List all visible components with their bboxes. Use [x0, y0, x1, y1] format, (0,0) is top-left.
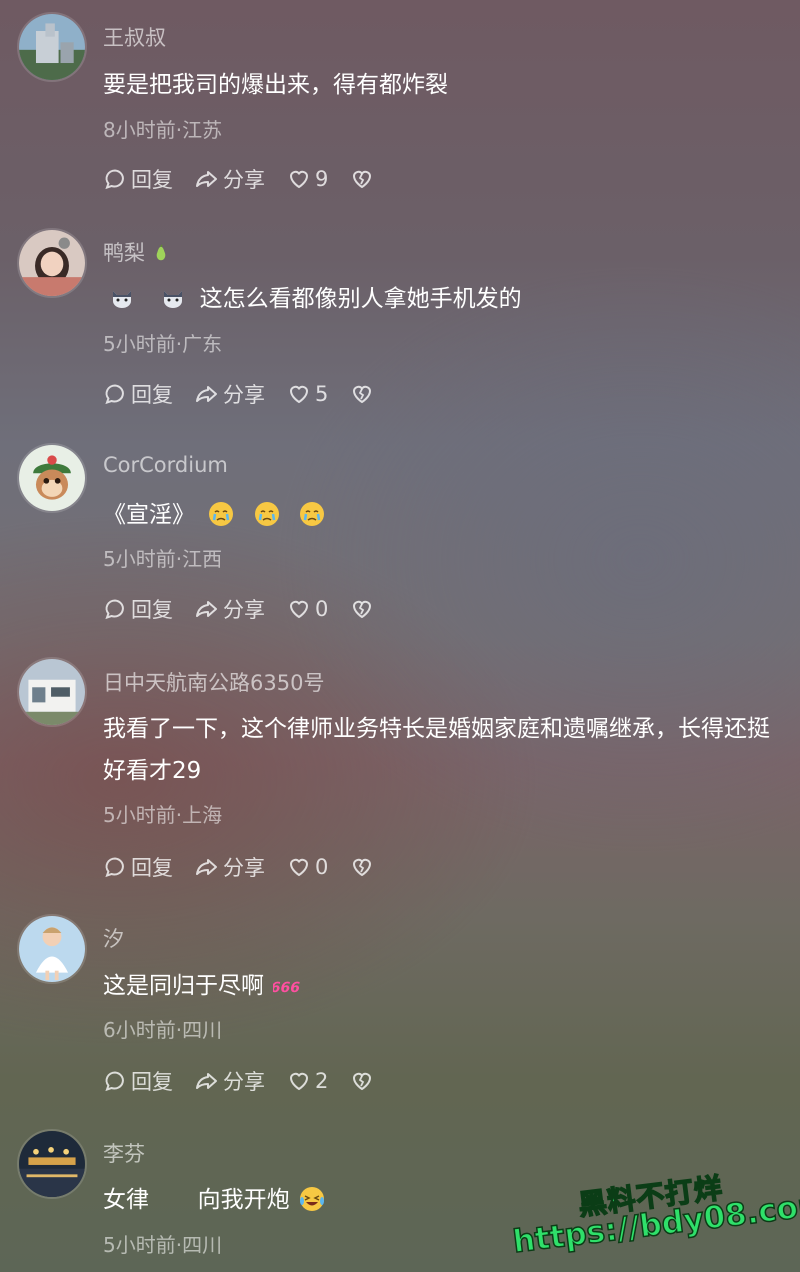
share-button[interactable]: 分享 — [195, 1066, 265, 1096]
comment-actions: 回复 分享 2 — [103, 1066, 400, 1096]
comment-text-part: 向我开炮 — [197, 1187, 290, 1213]
share-label: 分享 — [223, 383, 265, 407]
reply-button[interactable]: 回复 — [103, 594, 173, 624]
share-button[interactable]: 分享 — [195, 379, 265, 409]
username[interactable]: CorCordium — [103, 453, 228, 477]
like-button[interactable]: 0 — [287, 855, 328, 879]
comment-time-location: 5小时前·江西 — [103, 547, 223, 571]
heart-icon — [289, 170, 309, 189]
avatar[interactable] — [17, 443, 87, 513]
comment-actions: 回复 分享 0 — [103, 594, 400, 624]
comment-text-body: 《宣淫》 — [103, 502, 195, 528]
username[interactable]: 鸭梨 — [103, 237, 170, 267]
broken-heart-icon — [353, 858, 372, 877]
666-sticker-icon: 666 — [273, 980, 302, 996]
broken-heart-icon — [353, 600, 372, 619]
comment-text: 这是同归于尽啊 666 — [103, 965, 788, 1007]
comment-bubble-icon — [105, 857, 124, 878]
comment-text: 《宣淫》 — [103, 494, 788, 536]
username-label: 鸭梨 — [103, 241, 145, 265]
comment-time-location: 5小时前·四川 — [103, 1233, 223, 1257]
avatar[interactable] — [17, 1129, 87, 1199]
share-arrow-icon — [196, 859, 217, 875]
cat-emoji-icon — [164, 291, 183, 308]
like-count: 9 — [315, 167, 329, 191]
avatar[interactable] — [17, 914, 87, 984]
comment-bubble-icon — [105, 384, 124, 405]
share-label: 分享 — [223, 856, 265, 880]
comment-bubble-icon — [105, 599, 124, 620]
share-button[interactable]: 分享 — [195, 164, 265, 194]
reply-label: 回复 — [131, 168, 173, 192]
share-label: 分享 — [223, 598, 265, 622]
share-button[interactable]: 分享 — [195, 594, 265, 624]
comment-text: 我看了一下，这个律师业务特长是婚姻家庭和遗嘱继承，长得还挺好看才29 — [103, 716, 770, 784]
crying-face-emoji-icon — [209, 502, 234, 526]
reply-label: 回复 — [131, 1070, 173, 1094]
username[interactable]: 日中天航南公路6350号 — [103, 667, 324, 697]
avatar[interactable] — [17, 657, 87, 727]
cat-emoji-icon — [113, 291, 131, 308]
reply-button[interactable]: 回复 — [103, 164, 173, 194]
broken-heart-icon — [353, 170, 372, 189]
like-button[interactable]: 9 — [287, 167, 328, 191]
username[interactable]: 王叔叔 — [103, 22, 166, 52]
like-count: 2 — [315, 1069, 329, 1093]
share-arrow-icon — [196, 171, 217, 187]
share-arrow-icon — [196, 601, 217, 617]
comment-text-part: 女律 — [103, 1187, 149, 1213]
comment-text: 这怎么看都像别人拿她手机发的 — [103, 278, 788, 320]
broken-heart-icon — [353, 385, 372, 404]
comment-time-location: 6小时前·四川 — [103, 1018, 223, 1042]
comment-text-body: 这是同归于尽啊 — [103, 973, 264, 999]
share-arrow-icon — [196, 1073, 217, 1089]
comment-text-body: 这怎么看都像别人拿她手机发的 — [199, 286, 522, 312]
dislike-button[interactable] — [350, 1069, 378, 1093]
pear-badge-icon — [156, 244, 165, 261]
like-button[interactable]: 0 — [287, 597, 328, 621]
comment-text: 要是把我司的爆出来，得有都炸裂 — [103, 72, 448, 98]
like-button[interactable]: 5 — [287, 382, 328, 406]
share-label: 分享 — [223, 1070, 265, 1094]
dislike-button[interactable] — [350, 167, 378, 191]
like-count: 0 — [315, 855, 329, 879]
comment-actions: 回复 分享 9 — [103, 164, 400, 194]
like-count: 0 — [315, 597, 329, 621]
heart-icon — [289, 1072, 309, 1091]
share-button[interactable]: 分享 — [195, 852, 265, 882]
crying-face-emoji-icon — [299, 502, 324, 526]
comment-time-location: 8小时前·江苏 — [103, 118, 223, 142]
username[interactable]: 李芬 — [103, 1138, 145, 1168]
avatar[interactable] — [17, 228, 87, 298]
reply-button[interactable]: 回复 — [103, 852, 173, 882]
reply-label: 回复 — [131, 383, 173, 407]
dislike-button[interactable] — [350, 855, 378, 879]
heart-icon — [289, 858, 309, 877]
comment-actions: 回复 分享 0 — [103, 852, 400, 882]
heart-icon — [289, 385, 309, 404]
reply-button[interactable]: 回复 — [103, 379, 173, 409]
comment-time-location: 5小时前·上海 — [103, 803, 223, 827]
reply-label: 回复 — [131, 598, 173, 622]
share-arrow-icon — [196, 386, 217, 402]
share-label: 分享 — [223, 168, 265, 192]
reply-label: 回复 — [131, 856, 173, 880]
reply-button[interactable]: 回复 — [103, 1066, 173, 1096]
heart-icon — [289, 600, 309, 619]
like-button[interactable]: 2 — [287, 1069, 328, 1093]
comment-bubble-icon — [105, 1071, 124, 1092]
laughing-tears-emoji-icon — [299, 1187, 324, 1211]
avatar[interactable] — [17, 12, 87, 82]
crying-face-emoji-icon — [254, 502, 279, 526]
comment-actions: 回复 分享 5 — [103, 379, 400, 409]
comment-time-location: 5小时前·广东 — [103, 332, 223, 356]
svg-text:666: 666 — [273, 980, 302, 996]
dislike-button[interactable] — [350, 597, 378, 621]
broken-heart-icon — [353, 1072, 372, 1091]
comment-bubble-icon — [105, 169, 124, 190]
like-count: 5 — [315, 382, 329, 406]
dislike-button[interactable] — [350, 382, 378, 406]
username[interactable]: 汐 — [103, 923, 124, 953]
